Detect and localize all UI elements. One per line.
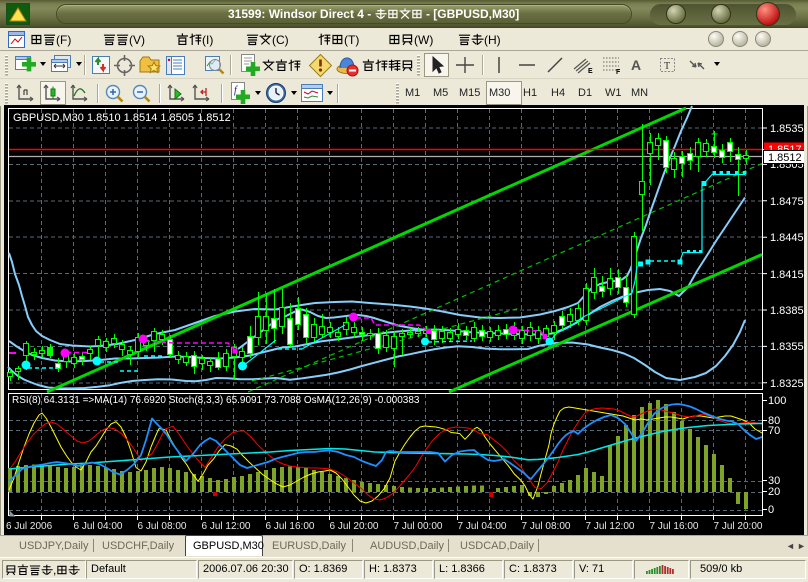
svg-text:RSI(8) 64.3131 =>MA(14) 76.69: RSI(8) 64.3131 =>MA(14) 76.6920 Stoch(8,… [12,395,420,406]
svg-text:7 Jul 12:00: 7 Jul 12:00 [586,521,635,532]
svg-text:6 Jul 2006: 6 Jul 2006 [6,521,53,532]
svg-text:1.8385: 1.8385 [770,305,804,317]
svg-text:E: E [588,68,593,75]
svg-text:7 Jul 04:00: 7 Jul 04:00 [458,521,507,532]
svg-text:1.8475: 1.8475 [770,196,804,208]
svg-text:T: T [664,61,670,72]
svg-text:1.8535: 1.8535 [770,123,804,135]
svg-text:70: 70 [768,425,780,437]
svg-text:F: F [616,69,621,75]
svg-text:7 Jul 08:00: 7 Jul 08:00 [522,521,571,532]
svg-text:GBPUSD,M30 1.8510 1.8514 1.85: GBPUSD,M30 1.8510 1.8514 1.8505 1.8512 [13,112,231,124]
svg-text:6 Jul 08:00: 6 Jul 08:00 [138,521,187,532]
svg-text:7 Jul 16:00: 7 Jul 16:00 [650,521,699,532]
svg-text:6 Jul 12:00: 6 Jul 12:00 [202,521,251,532]
svg-text:1.8445: 1.8445 [770,232,804,244]
svg-text:1.8325: 1.8325 [770,378,804,390]
svg-text:20: 20 [768,486,780,498]
svg-text:0: 0 [768,504,774,516]
svg-text:7 Jul 20:00: 7 Jul 20:00 [714,521,763,532]
svg-text:1.8415: 1.8415 [770,269,804,281]
svg-text:6 Jul 20:00: 6 Jul 20:00 [330,521,379,532]
svg-text:6 Jul 04:00: 6 Jul 04:00 [74,521,123,532]
svg-text:6 Jul 16:00: 6 Jul 16:00 [266,521,315,532]
svg-text:1.8355: 1.8355 [770,341,804,353]
svg-text:100: 100 [768,395,786,407]
svg-text:1.8512: 1.8512 [768,152,802,164]
svg-text:7 Jul 00:00: 7 Jul 00:00 [394,521,443,532]
